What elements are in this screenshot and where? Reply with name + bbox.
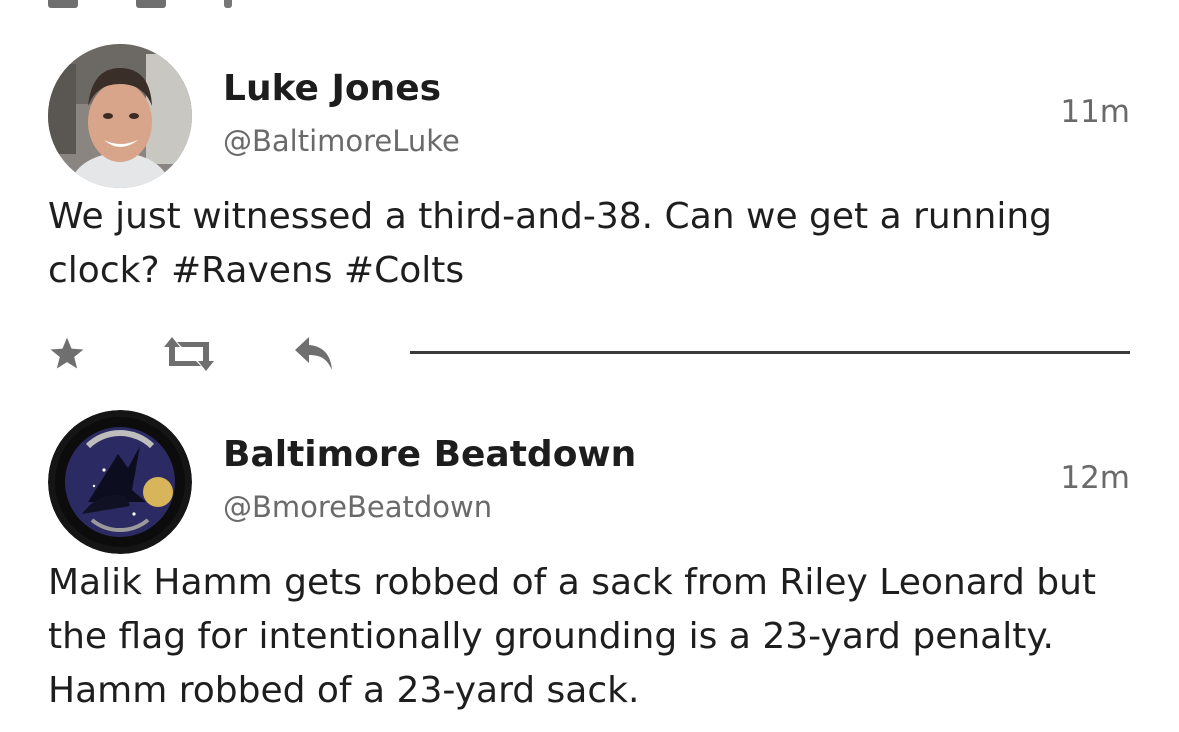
retweet-icon-partial [136, 0, 166, 8]
reply-button[interactable] [292, 332, 336, 376]
star-icon [50, 337, 84, 369]
tweet-text: We just witnessed a third-and-38. Can we… [48, 196, 1053, 291]
display-name[interactable]: Luke Jones [223, 68, 441, 109]
avatar[interactable] [48, 44, 192, 188]
user-handle[interactable]: @BmoreBeatdown [223, 490, 492, 524]
avatar-logo [48, 410, 192, 554]
avatar[interactable] [48, 410, 192, 554]
previous-tweet-actions-partial [48, 0, 232, 8]
tweet-timestamp: 11m [1060, 94, 1130, 130]
avatar-photo [48, 44, 192, 188]
retweet-icon [164, 337, 214, 371]
reply-icon [295, 337, 332, 370]
reply-icon-partial [224, 0, 232, 8]
star-icon-partial [48, 0, 78, 8]
tweet-divider [410, 351, 1130, 354]
retweet-button[interactable] [158, 332, 220, 376]
display-name[interactable]: Baltimore Beatdown [223, 434, 636, 475]
tweet-text: Malik Hamm gets robbed of a sack from Ri… [48, 562, 1097, 711]
user-handle[interactable]: @BaltimoreLuke [223, 124, 460, 158]
tweet-timestamp: 12m [1060, 460, 1130, 496]
favorite-button[interactable] [48, 332, 86, 376]
tweet-actions [48, 332, 1130, 376]
